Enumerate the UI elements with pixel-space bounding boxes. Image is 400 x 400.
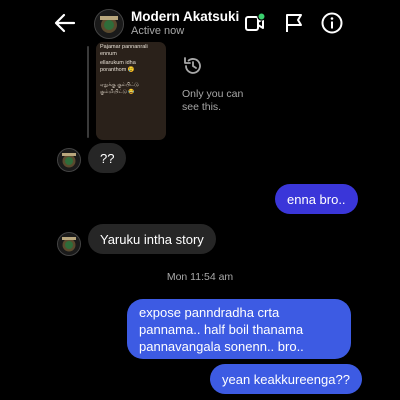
avatar[interactable] xyxy=(57,148,81,172)
story-thumbnail[interactable]: Pajamar pannanrali ennum ellarukum idha … xyxy=(96,42,166,140)
message-bubble[interactable]: expose panndradha crta pannama.. half bo… xyxy=(127,299,351,359)
avatar[interactable] xyxy=(94,9,124,39)
message-timestamp: Mon 11:54 am xyxy=(166,271,234,283)
visibility-note: Only you can see this. xyxy=(182,88,244,113)
flag-icon[interactable] xyxy=(282,11,306,35)
story-text-line: ellarukum idha poranthom 😢 xyxy=(100,60,136,73)
message-bubble[interactable]: yean keakkureenga?? xyxy=(210,364,362,394)
conversation-title[interactable]: Modern Akatsuki xyxy=(131,9,239,24)
avatar[interactable] xyxy=(57,232,81,256)
history-icon xyxy=(182,55,204,77)
message-bubble[interactable]: Yaruku intha story xyxy=(88,224,216,254)
message-bubble[interactable]: ?? xyxy=(88,143,127,173)
story-text-line: Pajamar pannanrali ennum xyxy=(100,44,148,57)
story-text-line: கும்மியிட்டு 😂 xyxy=(100,88,135,95)
active-status: Active now xyxy=(131,25,185,37)
message-bubble[interactable]: enna bro.. xyxy=(275,184,358,214)
back-arrow-icon[interactable] xyxy=(52,10,78,36)
info-icon[interactable] xyxy=(320,11,344,35)
story-reply-bar xyxy=(87,46,89,138)
video-call-icon[interactable] xyxy=(243,11,267,35)
